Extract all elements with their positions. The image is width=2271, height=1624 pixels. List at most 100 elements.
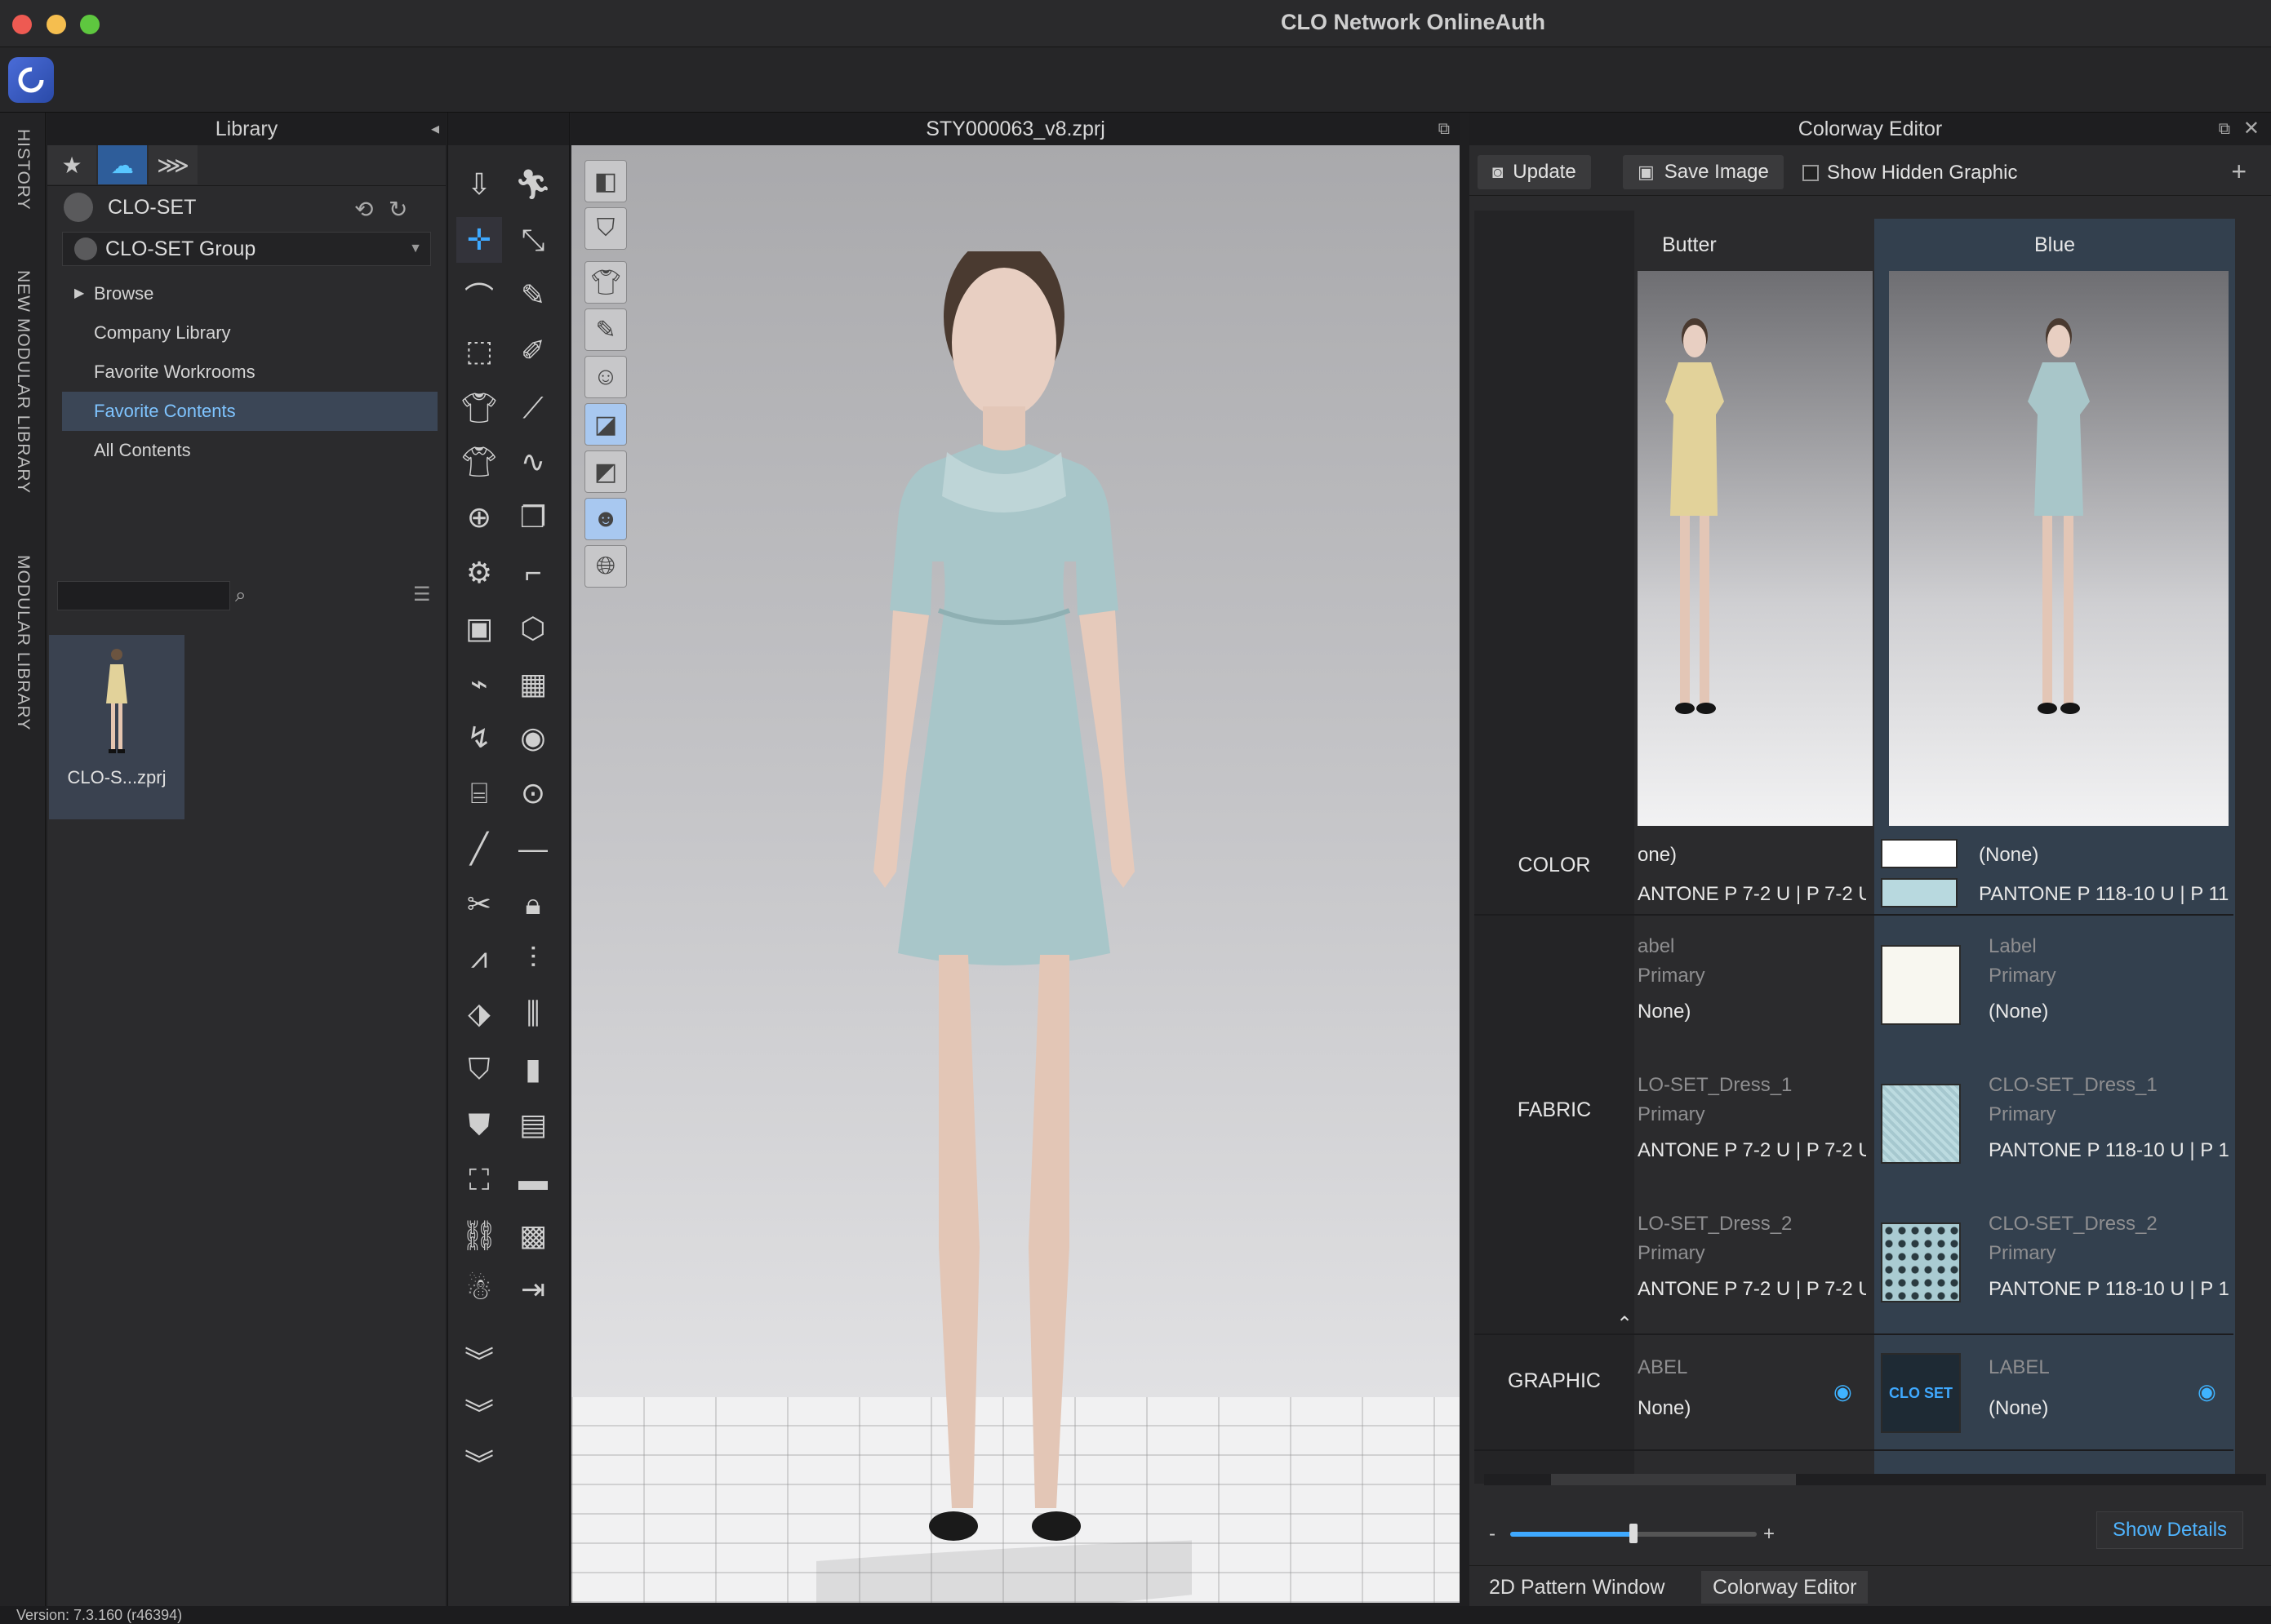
library-user[interactable]: CLO-SET ⟲ ↻ [47, 186, 446, 229]
popout-icon[interactable]: ⧉ [2219, 113, 2230, 145]
tree-item-all-contents[interactable]: All Contents [47, 431, 446, 470]
checker-icon[interactable]: ▦ [510, 661, 556, 707]
fabric-swatch-dress-2[interactable] [1881, 1222, 1961, 1302]
measure-icon[interactable]: ⟋ [510, 385, 556, 431]
sewing-icon[interactable]: ↯ [456, 715, 502, 761]
environment-icon[interactable]: 🌐︎ [584, 545, 627, 588]
button-round-icon[interactable]: ⊙ [510, 770, 556, 816]
sewing-machine-icon[interactable]: ⌸ [456, 770, 502, 816]
puckering-icon[interactable]: ⩘ [456, 935, 502, 981]
blue-fabric-value[interactable]: (None) [1989, 1001, 2233, 1023]
garment-view-icon[interactable]: ⛉ [584, 207, 627, 250]
select-mesh-icon[interactable]: ⤡ [510, 217, 556, 263]
view-cube-icon[interactable]: ◧ [584, 160, 627, 202]
refresh-icon[interactable]: ↻ [389, 196, 407, 223]
update-button[interactable]: ◙ Update [1478, 155, 1591, 189]
avatar-render-icon[interactable]: ☻ [584, 498, 627, 540]
cloud-icon[interactable]: ☁ [98, 145, 147, 184]
pin-box-icon[interactable]: ✐ [510, 328, 556, 374]
expand-more-icon[interactable]: ︾ [456, 1337, 502, 1382]
fold-icon[interactable]: ⌐ [510, 550, 556, 596]
zoom-in-button[interactable]: + [1763, 1523, 1775, 1546]
box-select-icon[interactable]: ⬚ [456, 328, 502, 374]
zipper-icon[interactable]: ⫶ [510, 935, 556, 981]
library-thumbnail[interactable]: CLO-S...zprj [49, 635, 184, 819]
add-garment-icon[interactable]: ⊕ [456, 495, 502, 540]
blue-color-pantone[interactable]: PANTONE P 118-10 U | P 11 [1979, 883, 2232, 906]
close-icon[interactable]: ✕ [2243, 113, 2260, 145]
eye-icon[interactable]: ◉ [2198, 1379, 2216, 1404]
fabric-icon[interactable]: ▣ [456, 606, 502, 651]
tree-item-favorite-workrooms[interactable]: Favorite Workrooms [47, 353, 446, 392]
expand-more-icon-2[interactable]: ︾ [456, 1389, 502, 1435]
zipper-pull-icon[interactable]: ⫼ [510, 991, 556, 1036]
butter-color-pantone[interactable]: ANTONE P 7-2 U | P 7-2 U [1638, 883, 1866, 906]
show-garment-icon[interactable]: 👕︎ [584, 261, 627, 304]
sew-garment-icon[interactable]: ⛓ [456, 1213, 502, 1258]
butter-fabric-value[interactable]: None) [1638, 1001, 1866, 1023]
butter-color-none[interactable]: one) [1638, 844, 1866, 867]
blue-graphic-value[interactable]: (None) [1989, 1397, 2152, 1420]
colorway-column-butter[interactable]: Butter [1638, 219, 1873, 826]
tab-new-modular-library[interactable]: NEW MODULAR LIBRARY [0, 260, 46, 504]
group-select[interactable]: CLO-SET Group ▼ [62, 232, 431, 266]
show-details-button[interactable]: Show Details [2096, 1511, 2243, 1549]
tab-colorway-editor[interactable]: Colorway Editor [1701, 1571, 1869, 1604]
garment-settings-icon[interactable]: ⚙ [456, 550, 502, 596]
fabric-swatch-dress-1[interactable] [1881, 1084, 1961, 1164]
scrollbar-thumb[interactable] [1551, 1474, 1796, 1485]
color-swatch-none[interactable] [1881, 839, 1958, 868]
search-icon[interactable]: ⌕ [235, 584, 246, 607]
tree-item-favorite-contents[interactable]: Favorite Contents [62, 392, 438, 431]
tab-history[interactable]: HISTORY [0, 129, 46, 211]
pattern-icon[interactable]: ⬗ [456, 991, 502, 1036]
button-icon[interactable]: ◉ [510, 715, 556, 761]
butter-fabric-value[interactable]: ANTONE P 7-2 U | P 7-2 U [1638, 1139, 1866, 1162]
popout-icon[interactable]: ⧉ [1438, 113, 1450, 145]
list-view-icon[interactable]: ☰ [413, 583, 431, 606]
butter-fabric-value[interactable]: ANTONE P 7-2 U | P 7-2 U [1638, 1278, 1866, 1301]
seam-icon[interactable]: ⌁ [456, 661, 502, 707]
simulation-icon[interactable]: ⇩ [456, 162, 502, 207]
expand-arrow-icon[interactable]: ▶ [74, 274, 84, 313]
collapse-arrow-icon[interactable]: ◂ [431, 113, 439, 145]
lasso-icon[interactable]: ⌒ [456, 273, 502, 318]
fabric-swatch-label[interactable] [1881, 945, 1961, 1025]
tree-item-browse[interactable]: ▶ Browse [47, 274, 446, 313]
tab-modular-library[interactable]: MODULAR LIBRARY [0, 545, 46, 741]
vest-icon[interactable]: ⛶ [456, 1157, 502, 1203]
garment-fit-icon[interactable]: 👚︎ [456, 439, 502, 485]
blue-fabric-value[interactable]: PANTONE P 118-10 U | P 1 [1989, 1139, 2233, 1162]
texture-icon[interactable]: ⬡ [510, 606, 556, 651]
eye-icon[interactable]: ◉ [1833, 1379, 1852, 1404]
tape-icon[interactable]: ∿ [510, 439, 556, 485]
swatch-tool-icon[interactable]: ▬ [510, 1157, 556, 1203]
zoom-out-button[interactable]: - [1489, 1523, 1495, 1546]
zoom-slider-knob[interactable] [1629, 1524, 1638, 1543]
save-image-button[interactable]: ▣ Save Image [1623, 155, 1784, 189]
3d-viewport[interactable]: ◧ ⛉ 👕︎ ✎ ☺ ◪ ◩ ☻ 🌐︎ [571, 145, 1460, 1603]
add-colorway-icon[interactable]: + [2231, 157, 2247, 187]
jacket-icon[interactable]: ⛉ [456, 1046, 502, 1092]
needle-icon[interactable]: ╱ [456, 826, 502, 872]
butter-graphic-value[interactable]: None) [1638, 1397, 1801, 1420]
horizontal-scrollbar[interactable] [1484, 1474, 2266, 1485]
tab-2d-pattern-window[interactable]: 2D Pattern Window [1478, 1571, 1676, 1604]
pin-icon[interactable]: ✎ [510, 273, 556, 318]
garment-icon[interactable]: 👕︎ [456, 385, 502, 431]
shrink-icon[interactable]: ⇥ [510, 1267, 556, 1312]
panel-icon[interactable]: ▩ [510, 1213, 556, 1258]
modular-icon[interactable]: ⋙ [149, 145, 198, 184]
select-move-icon[interactable]: ✛ [456, 217, 502, 263]
blue-fabric-value[interactable]: PANTONE P 118-10 U | P 1 [1989, 1278, 2233, 1301]
line-icon[interactable]: — [510, 826, 556, 872]
show-avatar-icon[interactable]: ☺ [584, 356, 627, 398]
trim-icon[interactable]: ✂ [456, 881, 502, 927]
clo-logo-icon[interactable] [8, 57, 54, 103]
color-swatch-pantone[interactable] [1881, 878, 1958, 907]
shading-icon[interactable]: ◩ [584, 450, 627, 493]
collapse-up-icon[interactable]: ⌃ [1616, 1312, 1649, 1336]
show-hidden-graphic-checkbox[interactable]: Show Hidden Graphic [1802, 162, 2017, 184]
copy-garment-icon[interactable]: ❐ [510, 495, 556, 540]
checkbox-box[interactable] [1802, 165, 1819, 181]
